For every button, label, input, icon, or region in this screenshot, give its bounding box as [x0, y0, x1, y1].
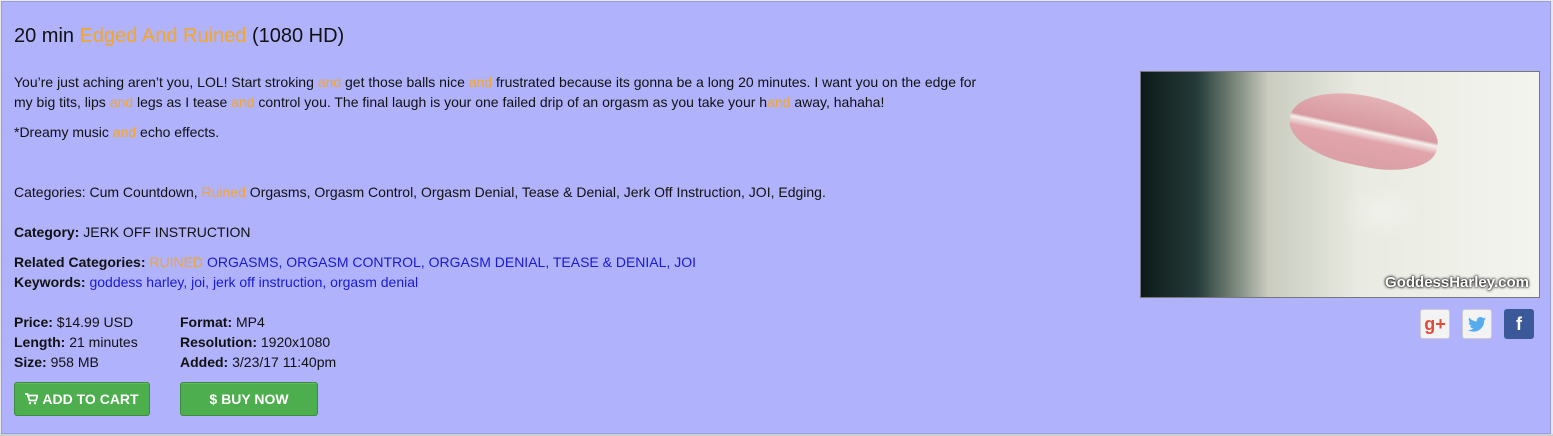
length-row: Length: 21 minutes [14, 332, 138, 352]
twitter-share-button[interactable] [1462, 309, 1492, 339]
facebook-share-button[interactable]: f [1504, 309, 1534, 339]
buy-now-label: BUY NOW [221, 391, 289, 407]
text-segment: my big tits, lips [14, 94, 110, 110]
highlighted-word: and [109, 94, 134, 110]
category-row: Category: JERK OFF INSTRUCTION [14, 222, 250, 242]
specs-left: Price: $14.99 USD Length: 21 minutes Siz… [14, 312, 138, 372]
twitter-icon [1468, 316, 1486, 332]
highlighted-word: and [767, 94, 791, 110]
text-segment: get those balls nice [341, 74, 469, 90]
format-row: Format: MP4 [180, 312, 336, 332]
length-label: Length: [14, 334, 66, 350]
text-segment: *Dreamy music [14, 124, 113, 140]
highlighted-word: Ruined [201, 184, 246, 200]
related-link-ruined[interactable]: RUINED [149, 254, 203, 270]
text-segment: Orgasms, Orgasm Control, Orgasm Denial, … [245, 184, 826, 200]
specs-right: Format: MP4 Resolution: 1920x1080 Added:… [180, 312, 336, 372]
product-panel: 20 min Edged And Ruined (1080 HD) You’re… [1, 1, 1551, 434]
highlighted-word: and [468, 74, 493, 90]
text-segment: away, hahaha! [790, 94, 885, 110]
highlighted-word: and [231, 94, 255, 110]
text-segment: echo effects. [136, 124, 220, 140]
lips-graphic [1283, 81, 1445, 181]
size-row: Size: 958 MB [14, 352, 138, 372]
price-value: $14.99 USD [52, 314, 134, 330]
size-label: Size: [14, 354, 47, 370]
length-value: 21 minutes [65, 334, 138, 350]
related-label: Related Categories: [14, 254, 146, 270]
price-row: Price: $14.99 USD [14, 312, 138, 332]
categories-text: Categories: Cum Countdown, Ruined Orgasm… [14, 182, 826, 202]
add-to-cart-button[interactable]: ADD TO CART [14, 382, 150, 416]
description-line-1: You’re just aching aren’t you, LOL! Star… [14, 72, 1014, 92]
format-label: Format: [180, 314, 233, 330]
google-plus-share-button[interactable]: g+ [1420, 309, 1450, 339]
text-segment: frustrated because its gonna be a long 2… [492, 74, 977, 90]
description-note: *Dreamy music and echo effects. [14, 122, 1014, 142]
buy-now-button[interactable]: $ BUY NOW [180, 382, 318, 416]
facebook-icon: f [1516, 313, 1522, 334]
description-line-2: my big tits, lips and legs as I tease an… [14, 92, 1014, 112]
text-segment: You’re just aching aren’t you, LOL! Star… [14, 74, 318, 90]
category-label: Category: [14, 224, 80, 240]
related-links[interactable]: ORGASMS, ORGASM CONTROL, ORGASM DENIAL, … [207, 254, 696, 270]
product-image[interactable]: GoddessHarley.com [1140, 71, 1540, 298]
dollar-icon: $ [209, 391, 218, 407]
title-prefix: 20 min [14, 25, 80, 47]
add-to-cart-label: ADD TO CART [42, 391, 139, 407]
keywords-label: Keywords: [14, 274, 86, 290]
size-value: 958 MB [46, 354, 99, 370]
google-plus-icon: g+ [1424, 313, 1446, 334]
highlighted-word: and [317, 74, 342, 90]
price-label: Price: [14, 314, 53, 330]
added-value: 3/23/17 11:40pm [228, 354, 337, 370]
resolution-value: 1920x1080 [257, 334, 331, 350]
text-segment: legs as I tease [133, 94, 232, 110]
added-row: Added: 3/23/17 11:40pm [180, 352, 336, 372]
text-segment: control you. The final laugh is your one… [254, 94, 768, 110]
cart-icon [25, 393, 39, 405]
added-label: Added: [180, 354, 229, 370]
title-suffix: (1080 HD) [246, 25, 345, 47]
keywords-row: Keywords: goddess harley, joi, jerk off … [14, 272, 418, 292]
format-value: MP4 [232, 314, 265, 330]
related-categories-row: Related Categories: RUINED ORGASMS, ORGA… [14, 252, 696, 272]
resolution-label: Resolution: [180, 334, 257, 350]
title-highlight: Edged And Ruined [79, 25, 247, 47]
keyword-links[interactable]: goddess harley, joi, jerk off instructio… [89, 274, 418, 290]
resolution-row: Resolution: 1920x1080 [180, 332, 336, 352]
highlighted-word: and [112, 124, 137, 140]
category-value: JERK OFF INSTRUCTION [79, 224, 251, 240]
text-segment: Categories: Cum Countdown, [14, 184, 202, 200]
product-title: 20 min Edged And Ruined (1080 HD) [14, 25, 344, 48]
image-watermark: GoddessHarley.com [1385, 274, 1529, 291]
product-description: You’re just aching aren’t you, LOL! Star… [14, 72, 1014, 142]
